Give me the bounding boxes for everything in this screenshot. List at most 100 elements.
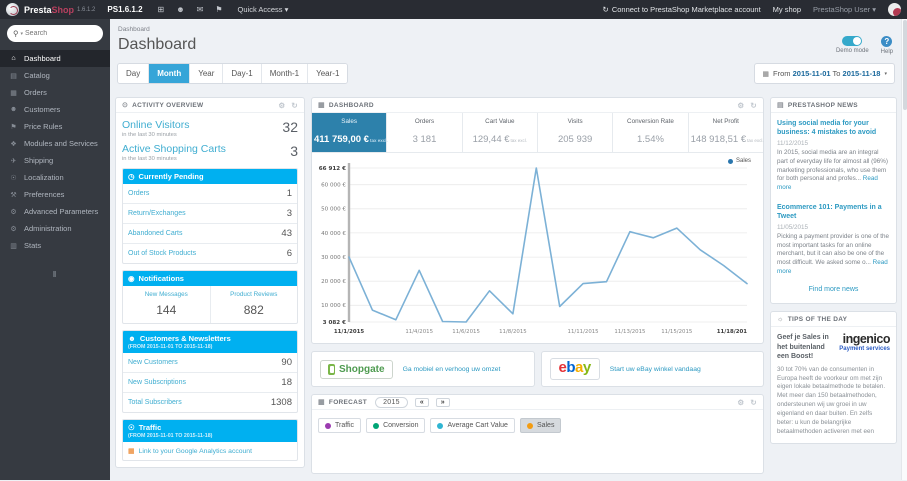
legend-sales-button[interactable]: Sales <box>519 418 562 433</box>
user-menu[interactable]: PrestaShop User ▾ <box>813 5 876 14</box>
refresh-icon[interactable]: ↻ <box>291 101 298 110</box>
svg-text:66 912 €: 66 912 € <box>319 166 346 172</box>
gear-icon[interactable]: ⚙ <box>278 101 285 110</box>
demo-mode-label: Demo mode <box>835 48 869 54</box>
abandoned-carts-row[interactable]: Abandoned Carts 43 <box>123 223 297 243</box>
refresh-icon[interactable]: ↻ <box>750 398 757 407</box>
sidebar-item-label: Localization <box>24 173 64 182</box>
pending-returns-row[interactable]: Return/Exchanges 3 <box>123 203 297 223</box>
sidebar-item-shipping[interactable]: ✈ Shipping <box>0 152 110 169</box>
collapse-sidebar-icon[interactable]: ‖ <box>0 270 110 279</box>
envelope-icon[interactable]: ✉ <box>197 5 204 14</box>
ebay-link[interactable]: Start uw eBay winkel vandaag <box>610 366 701 373</box>
gear-icon[interactable]: ⚙ <box>737 101 744 110</box>
shopgate-link[interactable]: Ga mobiel en verhoog uw omzet <box>403 366 501 373</box>
forecast-panel: ▦ FORECAST 2015 « » ⚙ ↻ Traffic Conversio… <box>311 394 764 474</box>
new-customers-row[interactable]: New Customers 90 <box>123 353 297 372</box>
filter-month-1-button[interactable]: Month-1 <box>261 64 309 83</box>
breadcrumb[interactable]: Dashboard <box>118 26 897 33</box>
kpi-tab-cart-value[interactable]: Cart Value 129,44 €tax excl. <box>463 113 538 152</box>
article-title[interactable]: Using social media for your business: 4 … <box>777 119 890 137</box>
sidebar-item-administration[interactable]: ⚙ Administration <box>0 220 110 237</box>
sidebar-item-stats[interactable]: ▥ Stats <box>0 237 110 254</box>
new-subscriptions-row[interactable]: New Subscriptions 18 <box>123 372 297 392</box>
activity-icon: ⊙ <box>122 102 129 109</box>
user-avatar[interactable] <box>888 3 901 16</box>
kpi-tab-visits[interactable]: Visits 205 939 <box>538 113 614 152</box>
sidebar-item-orders[interactable]: ▦ Orders <box>0 84 110 101</box>
filter-year-button[interactable]: Year <box>190 64 224 83</box>
new-messages-cell[interactable]: New Messages 144 <box>123 286 210 323</box>
toggle-switch[interactable] <box>842 36 863 46</box>
ebay-banner[interactable]: ebay Start uw eBay winkel vandaag <box>540 351 764 387</box>
out-of-stock-row[interactable]: Out of Stock Products 6 <box>123 243 297 263</box>
filter-day-1-button[interactable]: Day-1 <box>223 64 262 83</box>
stat-label[interactable]: Active Shopping Carts <box>122 143 226 155</box>
kpi-tab-net-profit[interactable]: Net Profit 148 918,51 €tax excl. <box>689 113 764 152</box>
previous-year-button[interactable]: « <box>414 397 429 407</box>
caret-down-icon[interactable]: ▾ <box>21 31 24 37</box>
sidebar-item-catalog[interactable]: ▤ Catalog <box>0 67 110 84</box>
date-range-button[interactable]: ▦ From 2015-11-01 To 2015-11-18 ▾ <box>754 63 895 84</box>
stat-label[interactable]: Online Visitors <box>122 119 190 131</box>
customer-icon[interactable]: ☻ <box>176 5 184 14</box>
topbar-icons: ⊞ ☻ ✉ ⚑ <box>158 5 223 14</box>
sidebar-item-label: Advanced Parameters <box>24 207 99 216</box>
sidebar-item-dashboard[interactable]: ⌂ Dashboard <box>0 50 110 67</box>
find-more-news-link[interactable]: Find more news <box>777 286 890 293</box>
filter-day-button[interactable]: Day <box>118 64 150 83</box>
sidebar-item-preferences[interactable]: ⚒ Preferences <box>0 186 110 203</box>
marketplace-link[interactable]: ↻ Connect to PrestaShop Marketplace accou… <box>603 5 761 14</box>
gear-icon[interactable]: ⚙ <box>737 398 744 407</box>
localization-icon: ☉ <box>10 174 17 182</box>
kpi-tab-sales[interactable]: Sales 411 759,00 €tax excl. <box>312 113 388 152</box>
scrollbar[interactable] <box>901 19 907 480</box>
administration-icon: ⚙ <box>10 225 17 233</box>
news-article: Ecommerce 101: Payments in a Tweet 11/05… <box>777 203 890 277</box>
kpi-tab-conversion-rate[interactable]: Conversion Rate 1.54% <box>613 113 689 152</box>
help-icon[interactable]: ? <box>881 36 893 47</box>
quick-access-menu[interactable]: Quick Access ▾ <box>238 5 289 14</box>
sidebar-item-label: Modules and Services <box>24 139 98 148</box>
shop-name-label[interactable]: PS1.6.1.2 <box>107 5 142 14</box>
sidebar-item-label: Shipping <box>24 156 54 165</box>
demo-mode-toggle[interactable]: Demo mode <box>836 36 869 54</box>
stats-icon: ▥ <box>10 242 17 250</box>
legend-traffic-button[interactable]: Traffic <box>318 418 362 433</box>
article-title[interactable]: Ecommerce 101: Payments in a Tweet <box>777 203 890 221</box>
next-year-button[interactable]: » <box>435 397 450 407</box>
sidebar-item-advanced-parameters[interactable]: ⚙ Advanced Parameters <box>0 203 110 220</box>
pin-icon[interactable]: ⚑ <box>215 5 222 14</box>
ingenico-subtitle: Payment services <box>839 345 890 352</box>
cart-icon[interactable]: ⊞ <box>158 5 165 14</box>
filter-year-1-button[interactable]: Year-1 <box>308 64 348 83</box>
product-reviews-cell[interactable]: Product Reviews 882 <box>209 286 298 323</box>
filter-month-button[interactable]: Month <box>149 64 191 83</box>
prestashop-logo[interactable] <box>6 3 19 16</box>
sidebar-item-price-rules[interactable]: ⚑ Price Rules <box>0 118 110 135</box>
date-range-text: From 2015-11-01 To 2015-11-18 <box>773 69 881 78</box>
sidebar-search[interactable]: ⚲ ▾ <box>7 25 103 42</box>
chart-legend[interactable]: Sales <box>727 158 751 164</box>
refresh-icon[interactable]: ↻ <box>750 101 757 110</box>
kpi-tab-orders[interactable]: Orders 3 181 <box>387 113 463 152</box>
total-subscribers-row[interactable]: Total Subscribers 1308 <box>123 392 297 412</box>
sidebar-item-label: Customers <box>24 105 61 114</box>
help-button[interactable]: ? Help <box>881 36 893 55</box>
clock-icon: ◷ <box>128 172 135 181</box>
panel-title: FORECAST <box>328 398 368 406</box>
section-subtitle: (FROM 2015-11-01 TO 2015-11-18) <box>128 344 213 350</box>
search-input[interactable] <box>25 30 82 37</box>
version-label: 1.6.1.2 <box>77 6 96 13</box>
sidebar-item-localization[interactable]: ☉ Localization <box>0 169 110 186</box>
sidebar-item-modules-and-services[interactable]: ❖ Modules and Services <box>0 135 110 152</box>
legend-conversion-button[interactable]: Conversion <box>366 418 426 433</box>
scrollbar-thumb[interactable] <box>903 20 907 110</box>
shopgate-banner[interactable]: Shopgate Ga mobiel en verhoog uw omzet <box>311 351 535 387</box>
google-analytics-link[interactable]: ▦ Link to your Google Analytics account <box>123 442 297 460</box>
pending-orders-row[interactable]: Orders 1 <box>123 184 297 203</box>
sidebar-item-customers[interactable]: ☻ Customers <box>0 101 110 118</box>
legend-average-cart-value-button[interactable]: Average Cart Value <box>430 418 515 433</box>
my-shop-link[interactable]: My shop <box>773 5 801 14</box>
page-title: Dashboard <box>118 36 197 53</box>
